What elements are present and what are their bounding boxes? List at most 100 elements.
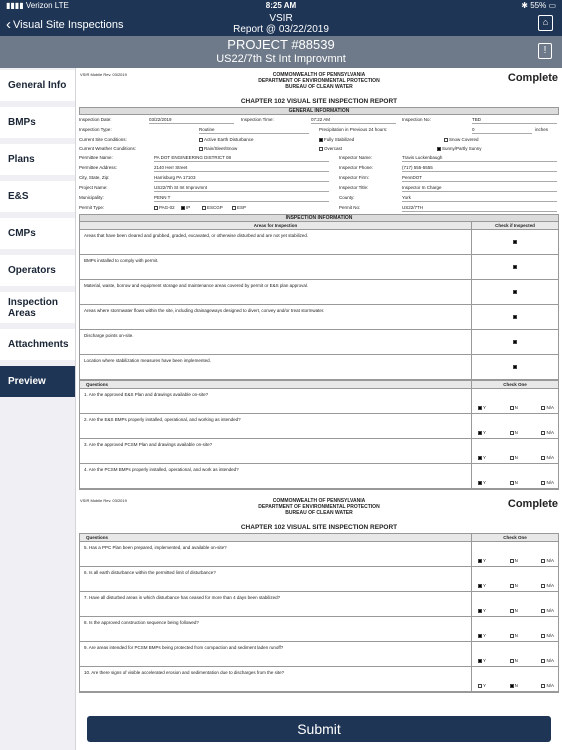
permit-no-value: US22/7TH [402, 205, 557, 212]
answer-option-n[interactable]: N [509, 455, 518, 460]
answer-option-n[interactable]: N [509, 558, 518, 563]
answer-options: Y N N/A [478, 558, 554, 563]
answer-option-y[interactable]: Y [478, 683, 486, 688]
form-row: Permittee Name: PA DOT ENGINEERING DISTR… [79, 153, 559, 163]
answer-option-n[interactable]: N [509, 430, 518, 435]
unchecked-box-icon [478, 683, 482, 688]
checked-box-icon[interactable] [513, 290, 517, 294]
area-row: Areas where stormwater flows within the … [80, 305, 558, 330]
sidebar-item[interactable]: E&S [0, 181, 75, 212]
checked-box-icon [319, 137, 323, 142]
checked-box-icon[interactable] [513, 365, 517, 369]
answer-option-n[interactable]: N [509, 583, 518, 588]
info-icon[interactable]: ! [538, 43, 552, 59]
answer-option-na[interactable]: N/A [541, 658, 554, 663]
answer-option-y[interactable]: Y [478, 405, 486, 410]
answer-option-na[interactable]: N/A [541, 583, 554, 588]
unchecked-box-icon [199, 137, 203, 142]
checked-box-icon [478, 405, 482, 410]
checkbox-option: Snow Covered [444, 137, 479, 142]
checked-box-icon [478, 430, 482, 435]
form-row: Inspection Type: Routine Precipitation i… [79, 127, 549, 134]
answer-option-n[interactable]: N [509, 633, 518, 638]
answer-option-y[interactable]: Y [478, 480, 486, 485]
answer-options: Y N N/A [478, 633, 554, 638]
sidebar-item[interactable]: Operators [0, 255, 75, 286]
checked-box-icon [478, 658, 482, 663]
unchecked-box-icon [541, 633, 546, 638]
home-icon[interactable]: ⌂ [538, 15, 553, 31]
form-row: Permittee Address: 2140 Herr Street Insp… [79, 163, 559, 173]
questions-table-page-2: Questions Check One 5. Has a PPC Plan bee… [79, 533, 559, 693]
answer-option-y[interactable]: Y [478, 583, 486, 588]
answer-option-n[interactable]: N [509, 608, 518, 613]
area-row: Material, waste, borrow and equipment st… [80, 280, 558, 305]
checkbox-option: Active Earth Disturbance [199, 137, 254, 142]
answer-option-na[interactable]: N/A [541, 558, 554, 563]
county-value: York [402, 195, 557, 202]
inspector-firm-value: PennDOT [402, 175, 557, 182]
checkbox-option: Fully Stabilized [319, 137, 354, 142]
project-name-value: US22/7th St Int Improvmnt [154, 185, 329, 192]
unchecked-box-icon [202, 205, 206, 210]
question-row: 1. Are the approved E&S Plan and drawing… [80, 389, 558, 414]
answer-options: Y N N/A [478, 455, 554, 460]
bluetooth-icon: ✱ [521, 1, 528, 10]
sidebar-item[interactable]: CMPs [0, 218, 75, 249]
answer-option-y[interactable]: Y [478, 658, 486, 663]
checked-box-icon [478, 608, 482, 613]
answer-option-y[interactable]: Y [478, 455, 486, 460]
checked-box-icon[interactable] [513, 240, 517, 244]
sidebar-item[interactable]: BMPs [0, 107, 75, 138]
inspection-time-value: 07:22 AM [311, 117, 396, 124]
answer-option-na[interactable]: N/A [541, 480, 554, 485]
areas-table-header: Areas for Inspection Check if Inspected [80, 222, 558, 230]
sidebar-item[interactable]: Attachments [0, 329, 75, 360]
unchecked-box-icon [541, 683, 546, 688]
unchecked-box-icon [509, 583, 514, 588]
unchecked-box-icon [541, 455, 546, 460]
checked-box-icon [181, 205, 185, 210]
answer-option-y[interactable]: Y [478, 558, 486, 563]
areas-table: Areas for Inspection Check if Inspected A… [79, 222, 559, 381]
clock: 8:25 AM [265, 1, 297, 10]
answer-option-na[interactable]: N/A [541, 405, 554, 410]
answer-options: Y N N/A [478, 405, 554, 410]
checked-box-icon[interactable] [513, 315, 517, 319]
answer-option-na[interactable]: N/A [541, 430, 554, 435]
area-row: BMPs installed to comply with permit. [80, 255, 558, 280]
answer-option-y[interactable]: Y [478, 633, 486, 638]
answer-options: Y N N/A [478, 583, 554, 588]
checked-box-icon[interactable] [513, 265, 517, 269]
checked-box-icon[interactable] [513, 340, 517, 344]
answer-option-y[interactable]: Y [478, 430, 486, 435]
checkbox-option: PAG-02 [154, 205, 175, 210]
answer-option-n[interactable]: N [509, 683, 518, 688]
answer-option-n[interactable]: N [509, 480, 518, 485]
sidebar-item[interactable]: Inspection Areas [0, 292, 75, 323]
unchecked-box-icon [541, 583, 546, 588]
answer-option-na[interactable]: N/A [541, 683, 554, 688]
unchecked-box-icon [541, 405, 546, 410]
report-preview[interactable]: VSIR Mobile Rev. 03/2019 COMMONWEALTH OF… [79, 68, 559, 713]
answer-option-n[interactable]: N [509, 658, 518, 663]
question-row: 3. Are the approved PCSM Plan and drawin… [80, 439, 558, 464]
checked-box-icon [478, 583, 482, 588]
unchecked-box-icon [509, 455, 514, 460]
answer-option-n[interactable]: N [509, 405, 518, 410]
submit-button[interactable]: Submit [87, 716, 551, 742]
question-row: 6. Is all earth disturbance within the p… [80, 567, 558, 592]
unchecked-box-icon [509, 633, 514, 638]
unchecked-box-icon [541, 430, 546, 435]
unchecked-box-icon [509, 480, 514, 485]
checkbox-option: Sunny/Partly Sunny [437, 146, 482, 151]
answer-option-y[interactable]: Y [478, 608, 486, 613]
city-state-zip-value: Harrisburg PA 17103 [154, 175, 329, 182]
form-row: Municipality: PENN T County: York [79, 193, 559, 203]
answer-option-na[interactable]: N/A [541, 633, 554, 638]
sidebar-item[interactable]: Preview [0, 366, 75, 397]
sidebar-item[interactable]: General Info [0, 70, 75, 101]
answer-option-na[interactable]: N/A [541, 455, 554, 460]
sidebar-item[interactable]: Plans [0, 144, 75, 175]
answer-option-na[interactable]: N/A [541, 608, 554, 613]
